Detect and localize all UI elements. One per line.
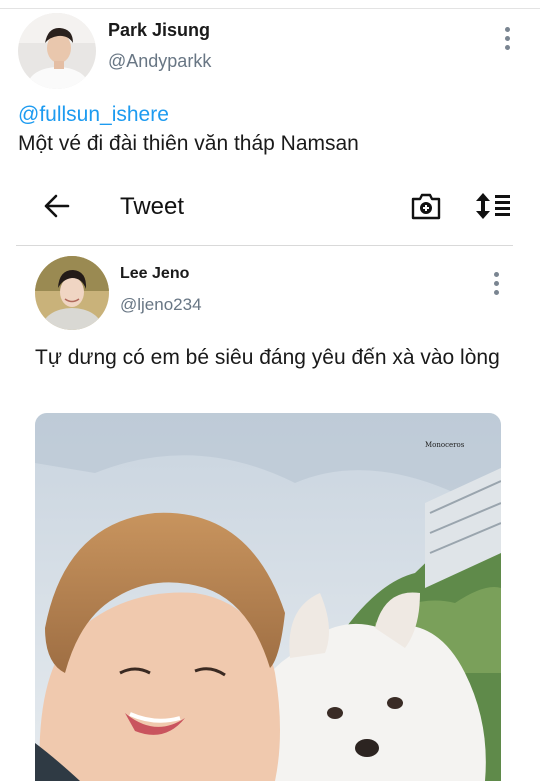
quoted-more-options-icon[interactable]: [494, 272, 500, 299]
quoted-avatar[interactable]: [35, 256, 109, 330]
quoted-tweet-text: Tự dưng có em bé siêu đáng yêu đến xà và…: [35, 346, 500, 369]
top-divider: [0, 8, 540, 9]
avatar[interactable]: [18, 13, 96, 89]
page-title: Tweet: [120, 193, 185, 220]
sort-icon[interactable]: [474, 191, 512, 221]
photo-watermark: Monoceros: [425, 441, 465, 449]
tweet-photo[interactable]: [35, 413, 501, 781]
display-name[interactable]: Park Jisung: [108, 20, 210, 41]
quoted-display-name[interactable]: Lee Jeno: [120, 265, 189, 283]
more-options-icon[interactable]: [505, 27, 511, 54]
header-divider: [16, 245, 513, 246]
quoted-user-handle[interactable]: @ljeno234: [120, 295, 202, 315]
camera-plus-icon[interactable]: [410, 191, 442, 221]
post-text: Một vé đi đài thiên văn tháp Namsan: [18, 132, 359, 155]
user-handle[interactable]: @Andyparkk: [108, 51, 211, 72]
arrow-left-icon[interactable]: [42, 192, 72, 220]
mention-link[interactable]: @fullsun_ishere: [18, 103, 169, 127]
